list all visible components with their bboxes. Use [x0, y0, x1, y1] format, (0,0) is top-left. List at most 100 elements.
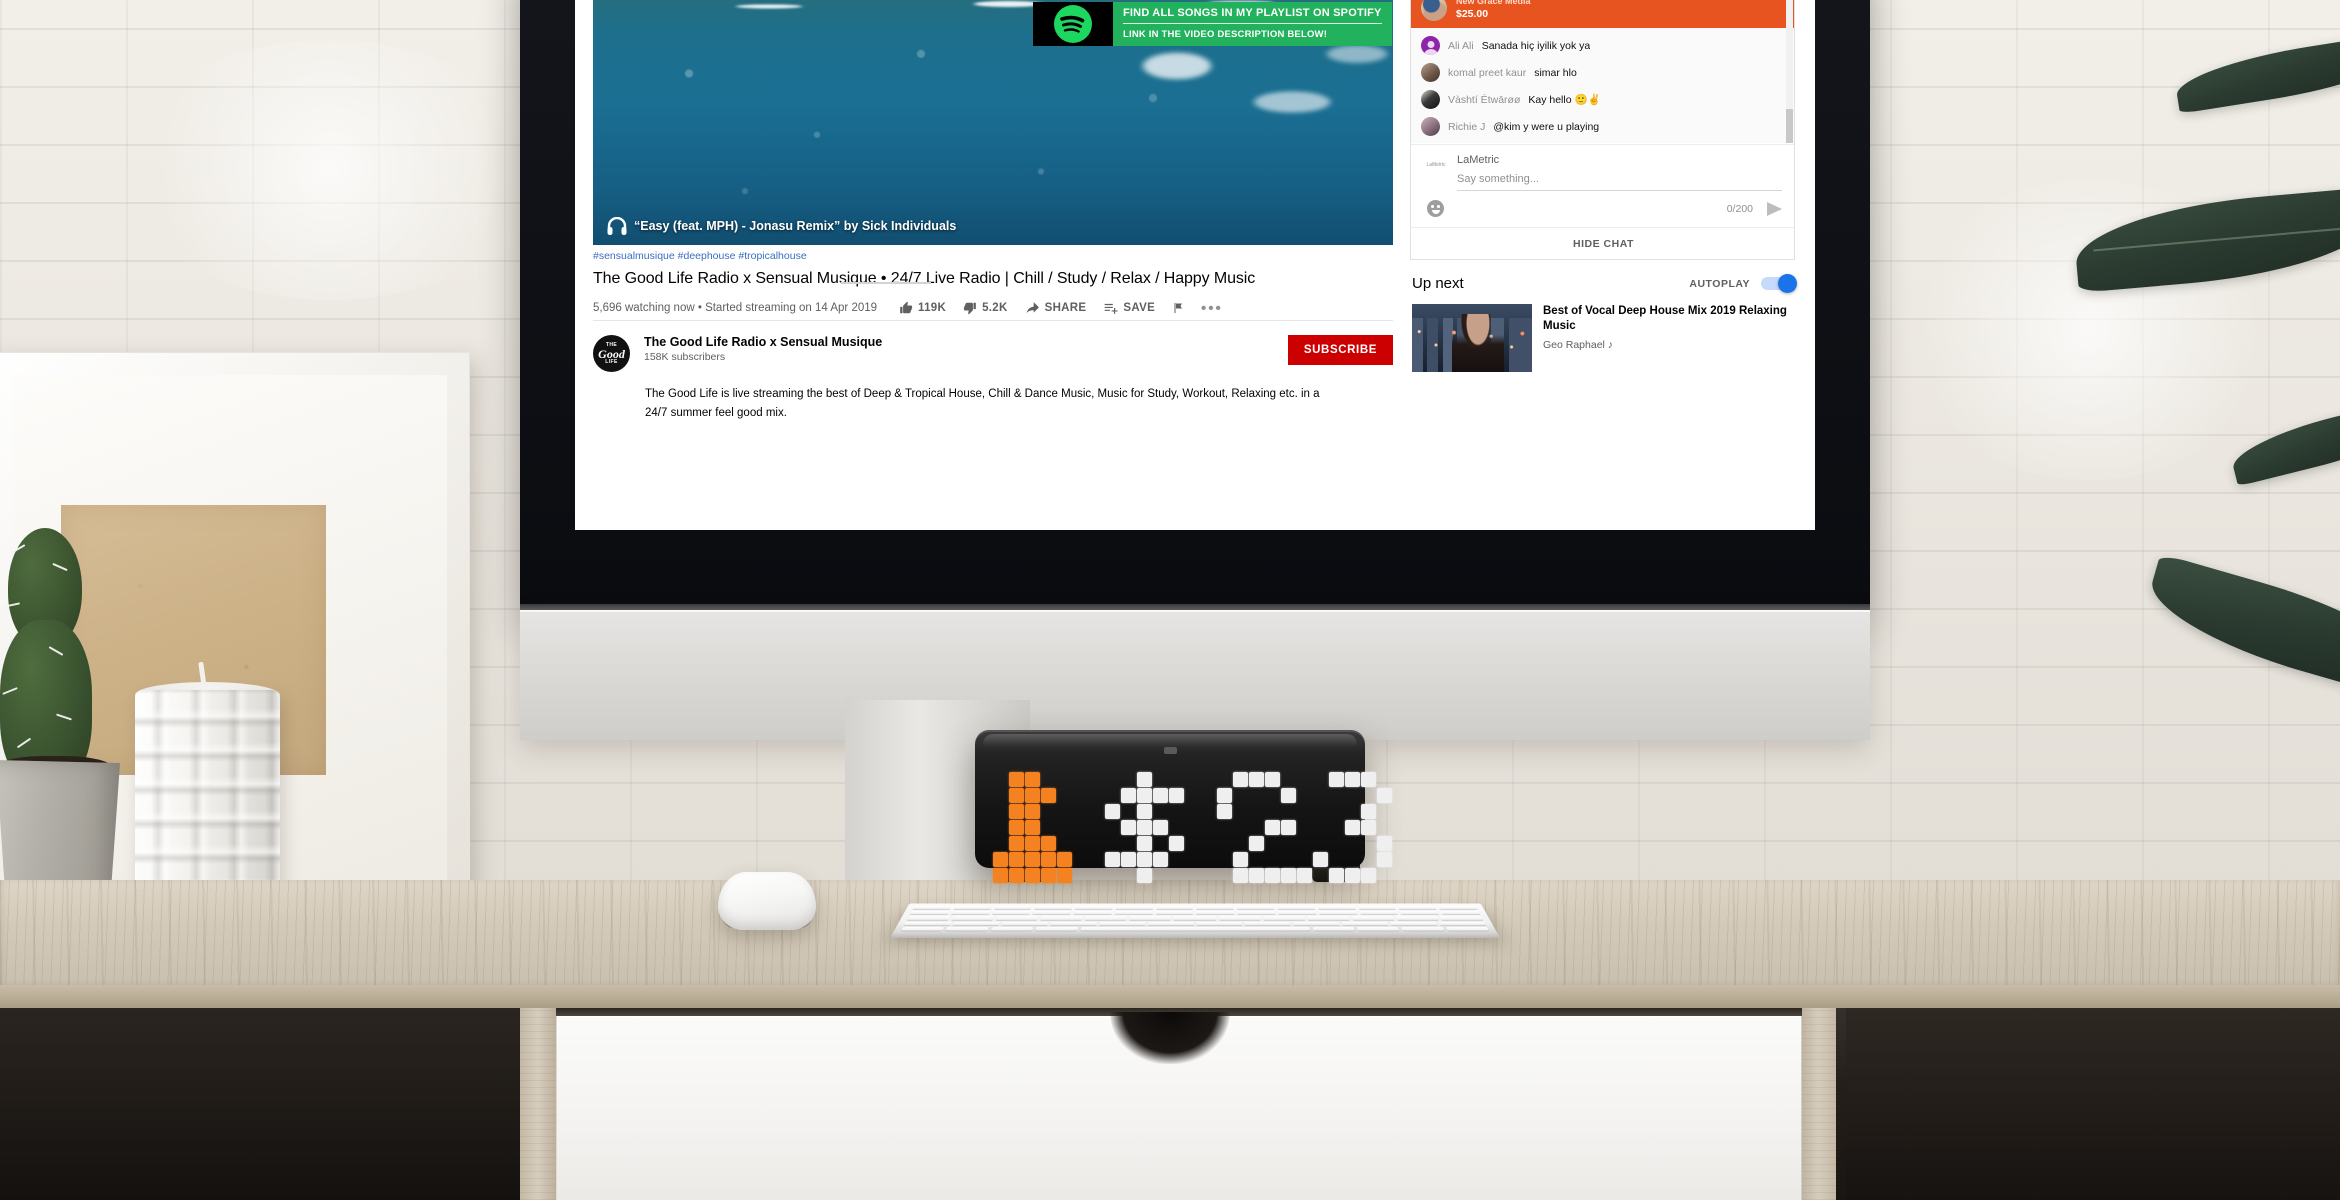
lametric-time-clock[interactable]	[975, 730, 1392, 883]
keyboard-key[interactable]	[906, 916, 951, 920]
keyboard-key[interactable]	[1312, 927, 1355, 931]
keyboard-key[interactable]	[1397, 906, 1437, 910]
keyboard-key[interactable]	[1034, 906, 1073, 910]
avatar[interactable]	[1421, 90, 1440, 110]
chat-author[interactable]: komal preet kaur	[1448, 67, 1526, 79]
keyboard-key[interactable]	[1147, 921, 1194, 926]
channel-avatar[interactable]: THE Good LIFE	[593, 335, 630, 372]
chat-author[interactable]: Ali Ali	[1448, 40, 1474, 52]
keyboard-key[interactable]	[909, 911, 950, 915]
keyboard-key[interactable]	[1196, 911, 1235, 915]
keyboard-key[interactable]	[1098, 921, 1146, 926]
keyboard-key[interactable]	[1359, 911, 1399, 915]
keyboard-key[interactable]	[993, 906, 1033, 910]
keyboard-key[interactable]	[953, 906, 993, 910]
keyboard-key[interactable]	[1237, 911, 1276, 915]
autoplay-toggle[interactable]	[1761, 274, 1797, 293]
keyboard-key[interactable]	[945, 927, 989, 931]
keyboard-key[interactable]	[1445, 927, 1490, 931]
send-icon[interactable]	[1767, 201, 1782, 216]
video-hashtags[interactable]: #sensualmusique #deephouse #tropicalhous…	[593, 250, 1393, 264]
avatar[interactable]	[1421, 117, 1440, 137]
channel-name[interactable]: The Good Life Radio x Sensual Musique	[644, 335, 1288, 349]
chat-message-list[interactable]: antes Ollie MOB prince get a blow up goa…	[1411, 0, 1794, 143]
keyboard-key[interactable]	[1351, 916, 1395, 920]
keyboard-key[interactable]	[1040, 916, 1083, 920]
hide-chat-button[interactable]: HIDE CHAT	[1411, 227, 1794, 259]
chat-message-text: Sanada hiç iyilik yok ya	[1481, 39, 1591, 52]
keyboard-key[interactable]	[903, 921, 952, 926]
keyboard-key[interactable]	[1276, 906, 1316, 910]
keyboard-key[interactable]	[1155, 911, 1194, 915]
keyboard-key[interactable]	[1050, 921, 1097, 926]
superchat-message[interactable]: New Grace Media $25.00	[1411, 0, 1794, 29]
keyboard-key[interactable]	[1293, 921, 1340, 926]
chat-scrollbar-thumb[interactable]	[1786, 109, 1793, 143]
share-button[interactable]: SHARE	[1025, 301, 1087, 315]
video-player[interactable]: FIND ALL SONGS IN MY PLAYLIST ON SPOTIFY…	[593, 0, 1393, 245]
keyboard-key[interactable]	[1318, 911, 1358, 915]
keyboard-key[interactable]	[995, 916, 1039, 920]
keyboard-key[interactable]	[1114, 911, 1153, 915]
keyboard-key[interactable]	[1341, 921, 1389, 926]
keyboard-key[interactable]	[900, 927, 945, 931]
chat-input[interactable]: Say something...	[1457, 166, 1782, 191]
like-button[interactable]: 119K	[899, 301, 946, 315]
keyboard-key[interactable]	[991, 911, 1031, 915]
dislike-button[interactable]: 5.2K	[963, 301, 1008, 315]
keyboard-key[interactable]	[1438, 906, 1478, 910]
save-button[interactable]: SAVE	[1103, 301, 1155, 315]
keyboard-key[interactable]	[1001, 921, 1049, 926]
up-next-thumbnail[interactable]	[1412, 304, 1532, 372]
keyboard-key[interactable]	[1236, 906, 1275, 910]
keyboard-key[interactable]	[990, 927, 1034, 931]
keyboard-key[interactable]	[951, 916, 995, 920]
keyboard-key[interactable]	[1357, 906, 1397, 910]
keyboard-key[interactable]	[1129, 916, 1172, 920]
keyboard-key[interactable]	[1196, 906, 1235, 910]
keyboard-key[interactable]	[1395, 916, 1439, 920]
keyboard-key[interactable]	[1262, 916, 1305, 920]
keyboard-key[interactable]	[1440, 911, 1481, 915]
keyboard-key[interactable]	[1399, 911, 1440, 915]
keyboard-key[interactable]	[1074, 906, 1113, 910]
keyboard-key[interactable]	[1032, 911, 1072, 915]
keyboard-key[interactable]	[1439, 916, 1484, 920]
chat-author[interactable]: Richie J	[1448, 121, 1485, 133]
subscriber-count: 158K subscribers	[644, 351, 726, 363]
magic-keyboard[interactable]	[890, 903, 1500, 938]
avatar[interactable]	[1421, 36, 1440, 56]
more-actions-button[interactable]: •••	[1201, 300, 1223, 317]
keyboard-key[interactable]	[1073, 911, 1113, 915]
avatar[interactable]	[1421, 63, 1440, 83]
keyboard-key[interactable]	[1196, 921, 1243, 926]
keyboard-key[interactable]	[1035, 927, 1078, 931]
subscribe-button[interactable]: SUBSCRIBE	[1287, 335, 1393, 365]
keyboard-key[interactable]	[1317, 906, 1356, 910]
keyboard-key[interactable]	[1438, 921, 1487, 926]
magic-mouse[interactable]	[718, 872, 816, 930]
spotify-overlay[interactable]: FIND ALL SONGS IN MY PLAYLIST ON SPOTIFY…	[1033, 2, 1392, 46]
keyboard-key[interactable]	[1174, 916, 1216, 920]
keyboard-key[interactable]	[1307, 916, 1350, 920]
keyboard-key[interactable]	[950, 911, 991, 915]
up-next-item[interactable]: Best of Vocal Deep House Mix 2019 Relaxi…	[1412, 304, 1795, 372]
keyboard-key[interactable]	[1085, 916, 1128, 920]
keyboard-key[interactable]	[912, 906, 952, 910]
keyboard-key[interactable]	[1277, 911, 1317, 915]
keyboard-key[interactable]	[1390, 921, 1438, 926]
keyboard-key[interactable]	[1218, 916, 1261, 920]
emoji-icon[interactable]	[1427, 200, 1444, 217]
keyboard-key[interactable]	[1356, 927, 1400, 931]
chat-author[interactable]: Vàshtí Étwārøø	[1448, 94, 1520, 106]
up-next-channel[interactable]: Geo Raphael ♪	[1543, 339, 1795, 351]
up-next-video-title[interactable]: Best of Vocal Deep House Mix 2019 Relaxi…	[1543, 304, 1795, 334]
keyboard-key[interactable]	[1115, 906, 1154, 910]
keyboard-key[interactable]	[1401, 927, 1445, 931]
report-button[interactable]	[1172, 301, 1184, 315]
keyboard-key[interactable]	[1080, 927, 1310, 931]
keyboard-key[interactable]	[952, 921, 1000, 926]
keyboard-key[interactable]	[1155, 906, 1194, 910]
keyboard-key[interactable]	[1244, 921, 1292, 926]
lametric-pixel-display	[993, 764, 1392, 883]
